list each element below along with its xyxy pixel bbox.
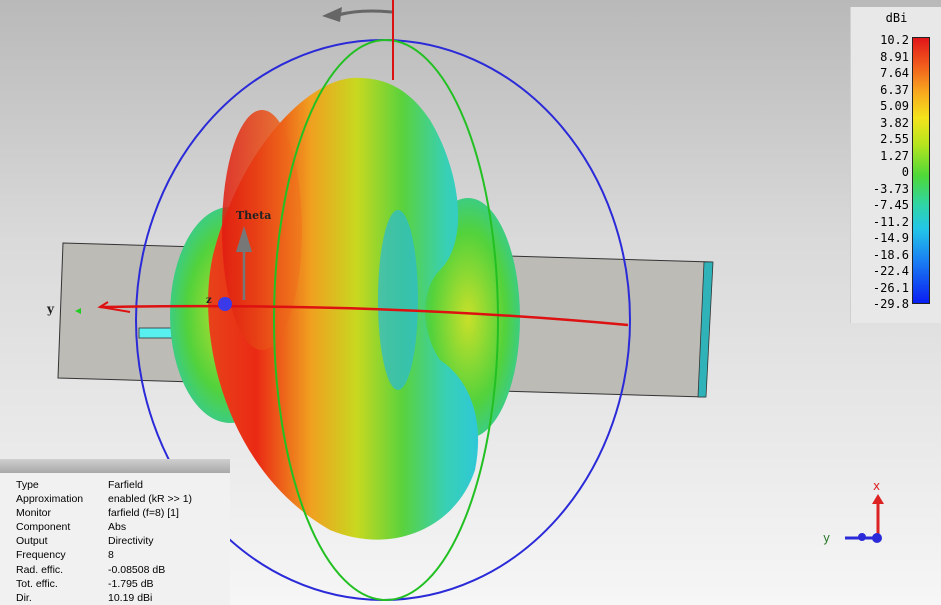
legend-tick-label: -11.2 <box>872 214 909 229</box>
info-key: Dir. <box>16 591 32 604</box>
origin-marker <box>218 297 232 311</box>
info-key: Rad. effic. <box>16 563 64 576</box>
rotate-arrow-head-icon <box>322 7 342 22</box>
info-value: enabled (kR >> 1) <box>108 493 193 506</box>
info-value: -0.08508 dB <box>108 563 166 576</box>
legend-tick-label: 5.09 <box>880 99 909 113</box>
info-row: Component Abs <box>16 520 192 534</box>
info-panel-header[interactable] <box>0 459 230 473</box>
info-value: -1.795 dB <box>108 577 154 590</box>
legend-color-bar <box>912 37 930 304</box>
legend-tick-label: -22.4 <box>872 264 909 278</box>
legend-tick-label: 10.2 <box>880 33 909 47</box>
info-value: farfield (f=8) [1] <box>108 507 179 520</box>
info-rows: Type Farfield Approximation enabled (kR >> … <box>16 478 192 605</box>
info-row: Dir. 10.19 dBi <box>16 591 192 605</box>
orientation-triad: x y <box>823 479 884 545</box>
rotate-arrow-icon[interactable] <box>337 9 393 17</box>
legend-tick-label: -14.9 <box>872 231 909 245</box>
legend-tick-label: -26.1 <box>872 280 909 295</box>
triad-x-label: x <box>873 479 880 493</box>
info-key: Approximation <box>16 493 84 506</box>
max-gain-region <box>222 110 302 350</box>
info-key: Frequency <box>16 549 66 562</box>
legend-tick-label: -29.8 <box>872 297 909 311</box>
legend-tick-label: 1.27 <box>880 148 909 163</box>
null-region <box>378 210 418 390</box>
info-row: Monitor farfield (f=8) [1] <box>16 506 192 520</box>
triad-y-label: y <box>823 531 830 545</box>
info-key: Type <box>16 479 39 491</box>
info-key: Component <box>16 521 71 534</box>
info-value: Directivity <box>108 535 154 548</box>
legend-tick-label: -18.6 <box>872 247 909 262</box>
info-row: Tot. effic. -1.795 dB <box>16 577 192 591</box>
legend-tick-label: 8.91 <box>880 49 909 64</box>
farfield-info-panel: Type Farfield Approximation enabled (kR >> … <box>0 459 230 605</box>
theta-label: Theta <box>236 209 271 222</box>
info-row: Rad. effic. -0.08508 dB <box>16 563 192 577</box>
color-legend: dBi 10.2 8.91 7.64 6.37 5.09 3.82 2.55 1.27 0 -3.… <box>850 7 941 323</box>
info-value: 8 <box>108 549 114 562</box>
y-axis-label: y <box>46 302 55 316</box>
legend-unit: dBi <box>885 11 908 25</box>
legend-tick-label: 7.64 <box>880 66 909 80</box>
info-row: Frequency 8 <box>16 548 192 562</box>
info-value: 10.19 dBi <box>108 591 153 604</box>
z-axis-label: z <box>206 295 212 306</box>
info-key: Output <box>16 535 48 548</box>
legend-tick-label: 0 <box>901 165 909 179</box>
legend-tick-label: -7.45 <box>872 198 909 212</box>
info-row: Approximation enabled (kR >> 1) <box>16 492 192 506</box>
info-value: Abs <box>108 521 127 534</box>
info-row: Output Directivity <box>16 534 192 548</box>
legend-tick-label: 3.82 <box>880 115 909 130</box>
info-key: Monitor <box>16 507 52 520</box>
info-row: Type Farfield <box>16 478 192 492</box>
legend-tick-label: -3.73 <box>872 181 909 196</box>
legend-tick-label: 2.55 <box>880 132 909 146</box>
legend-tick-label: 6.37 <box>880 82 909 97</box>
info-value: Farfield <box>108 479 144 491</box>
info-key: Tot. effic. <box>16 577 58 590</box>
